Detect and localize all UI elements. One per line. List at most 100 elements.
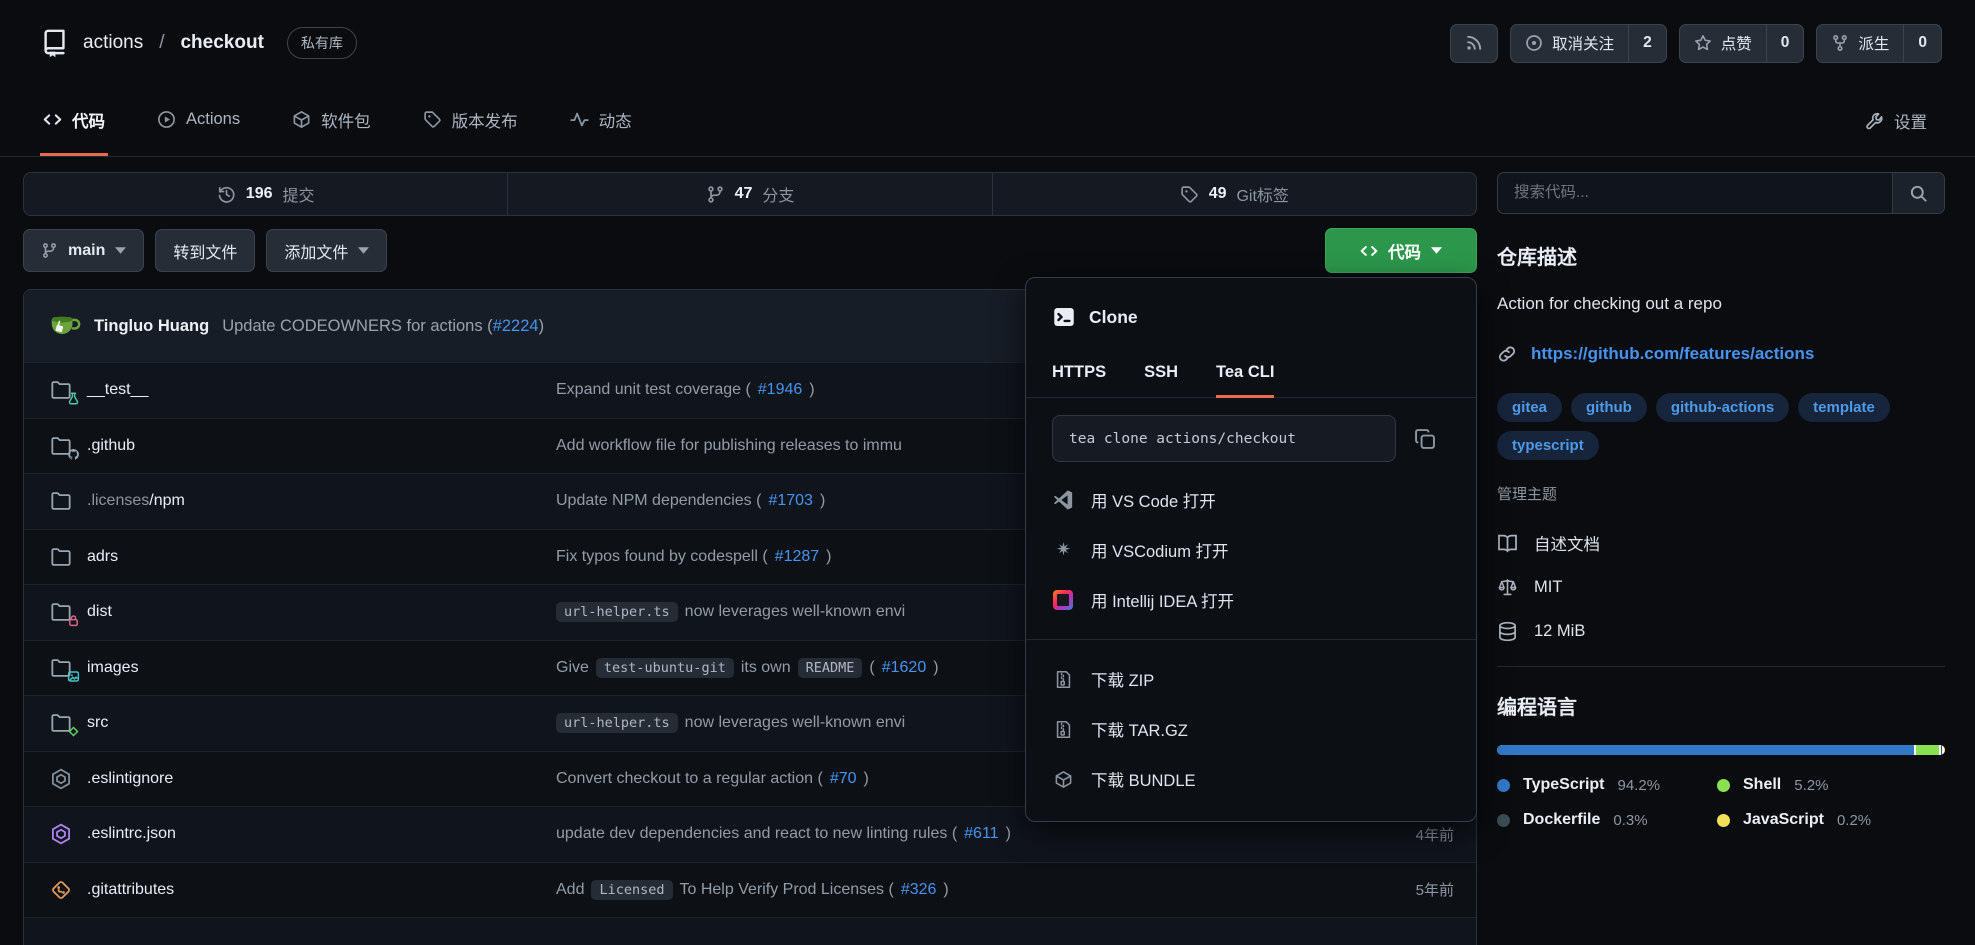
- download-zip-item[interactable]: 下载 ZIP: [1026, 654, 1476, 704]
- topic-pill[interactable]: github: [1571, 393, 1647, 422]
- zip-file-icon: [1052, 670, 1074, 689]
- tab-releases-label: 版本发布: [452, 108, 518, 132]
- open-vscodium-label: 用 VSCodium 打开: [1091, 538, 1229, 562]
- commits-count: 196: [246, 185, 273, 203]
- tab-settings[interactable]: 设置: [1865, 86, 1927, 156]
- branch-selector[interactable]: main: [23, 229, 144, 272]
- file-name: images: [87, 659, 139, 676]
- copy-button[interactable]: [1414, 428, 1436, 450]
- language-dot: [1717, 779, 1730, 792]
- language-name: Shell: [1743, 776, 1781, 794]
- commit-message-text: Update CODEOWNERS for actions (: [222, 317, 493, 336]
- issue-link[interactable]: #1287: [775, 548, 820, 566]
- open-intellij-item[interactable]: 用 Intellij IDEA 打开: [1026, 575, 1476, 625]
- code-download-button[interactable]: 代码: [1325, 228, 1477, 273]
- language-name: JavaScript: [1743, 811, 1824, 829]
- forks-count[interactable]: 0: [1903, 25, 1941, 62]
- top-header: actions / checkout 私有库 取消关注 2: [0, 0, 1975, 86]
- readme-label: 自述文档: [1534, 531, 1600, 555]
- tab-ssh[interactable]: SSH: [1144, 363, 1178, 398]
- license-row[interactable]: MIT: [1497, 565, 1945, 609]
- language-item[interactable]: Dockerfile 0.3%: [1497, 811, 1717, 829]
- license-label: MIT: [1534, 578, 1562, 597]
- eye-icon: [1525, 34, 1543, 52]
- issue-link[interactable]: #1703: [768, 492, 813, 510]
- cube-icon: [1052, 770, 1074, 789]
- add-file-button[interactable]: 添加文件: [266, 229, 387, 272]
- language-bar[interactable]: [1497, 745, 1945, 755]
- issue-link[interactable]: #1946: [758, 381, 803, 399]
- tab-releases[interactable]: 版本发布: [420, 86, 521, 156]
- repo-name-link[interactable]: checkout: [180, 32, 263, 54]
- tab-tea-cli[interactable]: Tea CLI: [1216, 363, 1274, 398]
- repo-tabs: 代码 Actions 软件包 版本发布: [40, 86, 635, 156]
- commit-author[interactable]: Tingluo Huang: [94, 317, 209, 336]
- open-vscodium-item[interactable]: 用 VSCodium 打开: [1026, 525, 1476, 575]
- visibility-badge: 私有库: [287, 27, 357, 59]
- clone-dropdown: Clone HTTPS SSH Tea CLI 用 VS Code 打开: [1025, 277, 1477, 822]
- issue-link[interactable]: #611: [964, 825, 998, 843]
- tab-activity[interactable]: 动态: [567, 86, 635, 156]
- size-row[interactable]: 12 MiB: [1497, 609, 1945, 653]
- open-vscode-item[interactable]: 用 VS Code 打开: [1026, 475, 1476, 525]
- octocat-badge-icon: [67, 448, 80, 461]
- search-button[interactable]: [1892, 173, 1944, 213]
- code-chip: url-helper.ts: [556, 602, 678, 622]
- website-link[interactable]: https://github.com/features/actions: [1531, 344, 1814, 364]
- fork-button[interactable]: 派生 0: [1816, 24, 1942, 63]
- repo-owner-link[interactable]: actions: [83, 32, 143, 54]
- eslint-file-icon: [50, 822, 76, 846]
- stars-count[interactable]: 0: [1766, 25, 1804, 62]
- issue-link[interactable]: #70: [830, 770, 857, 788]
- sidebar-divider: [1497, 666, 1945, 667]
- language-item[interactable]: Shell 5.2%: [1717, 776, 1945, 794]
- code-icon: [43, 110, 62, 129]
- file-name: .eslintignore: [87, 770, 173, 787]
- intellij-icon: [1052, 590, 1074, 610]
- readme-row[interactable]: 自述文档: [1497, 521, 1945, 565]
- commits-stat[interactable]: 196 提交: [24, 173, 507, 215]
- tab-https[interactable]: HTTPS: [1052, 363, 1106, 398]
- language-bar-segment: [1497, 745, 1914, 755]
- manage-topics-link[interactable]: 管理主题: [1497, 483, 1557, 504]
- open-intellij-label: 用 Intellij IDEA 打开: [1091, 588, 1234, 612]
- topic-pill[interactable]: typescript: [1497, 431, 1599, 460]
- search-input[interactable]: [1498, 173, 1892, 213]
- topic-pill[interactable]: template: [1798, 393, 1890, 422]
- file-commit-message: Add Licensed To Help Verify Prod License…: [556, 880, 1344, 900]
- tab-actions[interactable]: Actions: [154, 86, 243, 156]
- branches-label: 分支: [762, 182, 794, 206]
- table-row: .gitattributes Add Licensed To Help Veri…: [24, 862, 1476, 918]
- download-bundle-item[interactable]: 下载 BUNDLE: [1026, 754, 1476, 804]
- topic-pill[interactable]: gitea: [1497, 393, 1562, 422]
- rss-button[interactable]: [1450, 24, 1498, 63]
- issue-link[interactable]: #1620: [882, 659, 927, 677]
- tab-packages[interactable]: 软件包: [289, 86, 374, 156]
- tags-stat[interactable]: 49 Git标签: [992, 173, 1476, 215]
- issue-link[interactable]: #326: [901, 881, 937, 899]
- repo-meta-list: 自述文档 MIT 12 MiB: [1497, 521, 1945, 653]
- watchers-count[interactable]: 2: [1628, 25, 1666, 62]
- language-percent: 0.3%: [1613, 812, 1647, 829]
- language-item[interactable]: TypeScript 94.2%: [1497, 776, 1717, 794]
- clone-url-input[interactable]: [1052, 415, 1396, 462]
- file-name: src: [87, 714, 108, 731]
- commit-issue-link[interactable]: #2224: [493, 317, 539, 336]
- goto-file-button[interactable]: 转到文件: [155, 229, 255, 272]
- unwatch-button[interactable]: 取消关注 2: [1510, 24, 1667, 63]
- file-age: 4年前: [1344, 824, 1454, 845]
- tab-code[interactable]: 代码: [40, 86, 108, 156]
- branch-icon: [41, 242, 58, 259]
- language-item[interactable]: JavaScript 0.2%: [1717, 811, 1945, 829]
- topic-pill[interactable]: github-actions: [1656, 393, 1789, 422]
- download-targz-item[interactable]: 下载 TAR.GZ: [1026, 704, 1476, 754]
- code-icon: [1360, 242, 1378, 260]
- goto-file-label: 转到文件: [173, 239, 237, 263]
- repo-stats-bar: 196 提交 47 分支 49 Git标签: [23, 172, 1477, 216]
- clone-header: Clone: [1026, 278, 1476, 329]
- star-button[interactable]: 点赞 0: [1679, 24, 1805, 63]
- folder-icon: [50, 545, 76, 569]
- avatar[interactable]: [47, 309, 81, 343]
- language-dot: [1497, 814, 1510, 827]
- branches-stat[interactable]: 47 分支: [507, 173, 991, 215]
